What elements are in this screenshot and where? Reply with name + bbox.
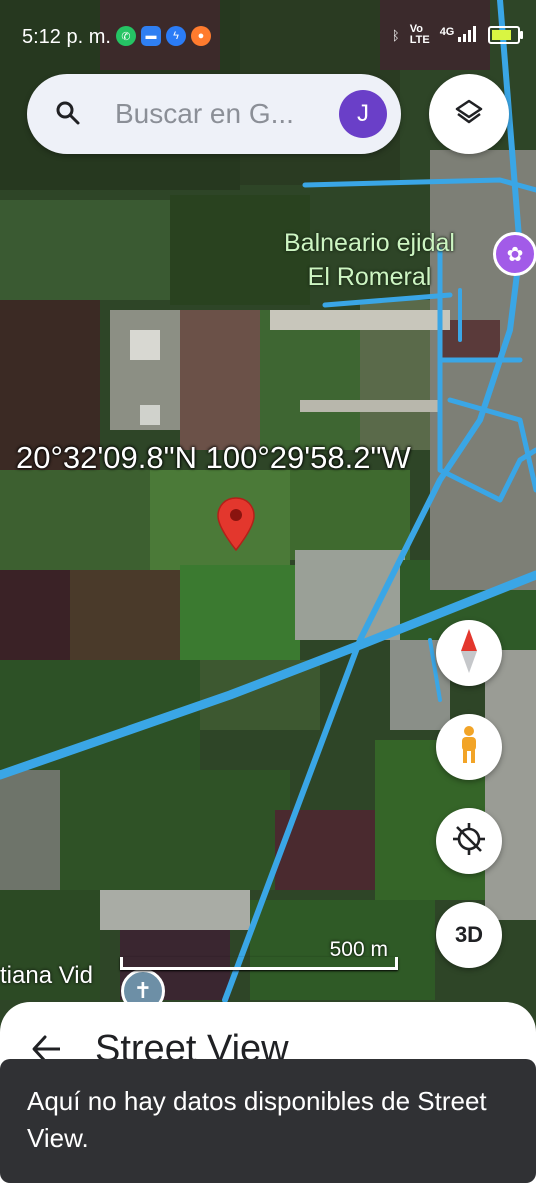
volte-indicator: Vo LTE [410,24,430,46]
street-view-pegman-button[interactable] [436,714,502,780]
layers-icon [455,98,483,131]
status-bar: 5:12 p. m. ✆ ▬ ϟ ● ᛒ Vo LTE 4G [0,0,536,76]
place-label-lower[interactable]: tiana Vid [0,962,93,990]
search-input[interactable]: Buscar en G... [115,98,294,130]
toast-text: Aquí no hay datos disponibles de Street … [27,1086,487,1153]
messages-icon: ▬ [141,26,161,46]
coordinates-label: 20°32'09.8"N 100°29'58.2"W [16,440,411,475]
signal-icon: 4G [439,25,478,45]
layers-button[interactable] [429,74,509,154]
place-label-balneario[interactable]: Balneario ejidal El Romeral [284,226,455,294]
notification-icons: ✆ ▬ ϟ ● [116,26,211,46]
3d-toggle-button[interactable]: 3D [436,902,502,968]
park-icon: ✿ [506,243,524,266]
toast-message: Aquí no hay datos disponibles de Street … [0,1059,536,1183]
scale-line [120,957,398,970]
battery-fill [492,30,512,40]
location-off-icon [451,821,487,862]
app-notification-icon: ● [191,26,211,46]
status-indicators: ᛒ Vo LTE 4G [391,24,523,46]
battery-icon [488,26,523,44]
avatar[interactable]: J [339,90,387,138]
search-icon [55,100,81,131]
location-pin-icon[interactable] [216,496,256,557]
compass-icon [458,628,480,678]
poi-marker[interactable]: ✿ [493,232,536,276]
whatsapp-icon: ✆ [116,26,136,46]
pegman-icon [458,725,480,770]
place-label-text: Balneario ejidal El Romeral [284,229,455,291]
scale-bar: 500 m [116,936,402,976]
search-bar[interactable]: Buscar en G... J [27,74,401,154]
cell-type: 4G [439,25,455,38]
messenger-icon: ϟ [166,26,186,46]
bluetooth-icon: ᛒ [391,27,400,43]
status-time: 5:12 p. m. [22,26,111,48]
compass-button[interactable] [436,620,502,686]
volte-bottom: LTE [409,34,430,46]
my-location-button[interactable] [436,808,502,874]
